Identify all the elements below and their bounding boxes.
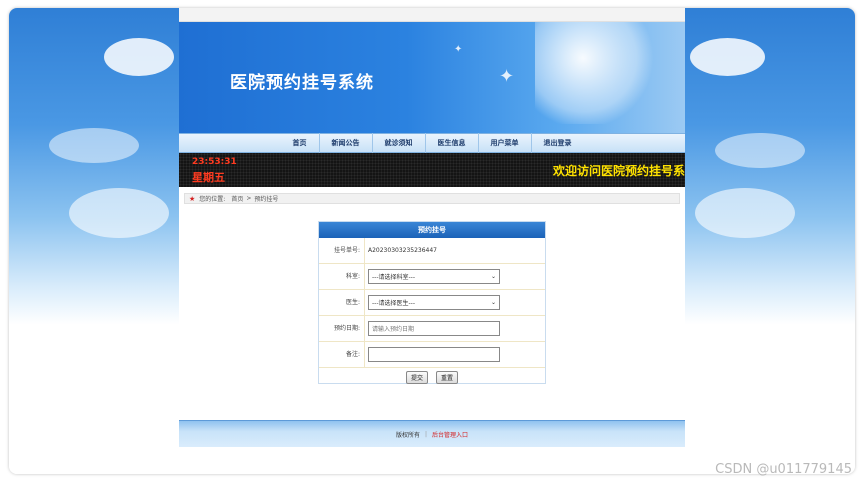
nav-item-logout[interactable]: 退出登录 xyxy=(532,133,584,153)
breadcrumb-separator: > xyxy=(246,195,252,202)
reset-button[interactable]: 重置 xyxy=(436,370,459,384)
doctor-label: 医生: xyxy=(319,290,365,315)
footer-copyright: 版权所有 xyxy=(395,431,420,439)
welcome-marquee: 欢迎访问医院预约挂号系 xyxy=(552,164,685,178)
chevron-down-icon: ⌄ xyxy=(490,299,496,306)
breadcrumb-home-link[interactable]: 首页 xyxy=(231,194,243,203)
doctor-row: 医生: ---请选择医生--- ⌄ xyxy=(319,290,545,316)
doctor-selected: ---请选择医生--- xyxy=(372,300,415,307)
form-title: 预约挂号 xyxy=(319,222,545,238)
nav-item-doctors[interactable]: 医生信息 xyxy=(426,133,479,153)
nav-item-home[interactable]: 首页 xyxy=(281,133,320,153)
breadcrumb: ★ 您的位置: 首页 > 预约挂号 xyxy=(184,193,680,204)
star-icon: ★ xyxy=(189,194,196,203)
csdn-watermark: CSDN @u011779145 xyxy=(715,462,852,477)
site-title: 医院预约挂号系统 xyxy=(230,73,374,93)
nav-item-news[interactable]: 新闻公告 xyxy=(320,133,373,153)
remark-row: 备注: xyxy=(319,342,545,368)
clock-time: 23:53:31 xyxy=(192,157,237,167)
main-page: ✦ ✦ 医院预约挂号系统 首页 新闻公告 就诊须知 医生信息 用户菜单 退出登录… xyxy=(179,8,685,447)
breadcrumb-current: 预约挂号 xyxy=(254,196,279,203)
star-icon: ✦ xyxy=(454,44,463,55)
breadcrumb-prefix: 您的位置: xyxy=(199,196,226,203)
main-nav: 首页 新闻公告 就诊须知 医生信息 用户菜单 退出登录 xyxy=(179,133,685,153)
led-ticker: 23:53:31 星期五 欢迎访问医院预约挂号系 xyxy=(179,153,685,187)
department-row: 科室: ---请选择科室--- ⌄ xyxy=(319,264,545,290)
heart-cloud-decoration xyxy=(535,22,655,124)
date-row: 预约日期: 请输入预约日期 xyxy=(319,316,545,342)
header-banner: ✦ ✦ 医院预约挂号系统 xyxy=(179,22,685,133)
nav-item-user-menu[interactable]: 用户菜单 xyxy=(479,133,532,153)
remark-label: 备注: xyxy=(319,342,365,367)
date-label: 预约日期: xyxy=(319,316,365,341)
clock-weekday: 星期五 xyxy=(192,171,225,184)
submit-button[interactable]: 提交 xyxy=(405,370,428,384)
top-strip xyxy=(179,8,685,22)
doctor-select[interactable]: ---请选择医生--- ⌄ xyxy=(368,295,500,310)
remark-input[interactable] xyxy=(368,347,500,362)
department-selected: ---请选择科室--- xyxy=(372,274,415,281)
department-select[interactable]: ---请选择科室--- ⌄ xyxy=(368,269,500,284)
admin-entry-link[interactable]: 后台管理入口 xyxy=(432,430,468,439)
nav-item-notice[interactable]: 就诊须知 xyxy=(373,133,426,153)
order-no-label: 挂号单号: xyxy=(319,238,365,263)
footer: 版权所有 | 后台管理入口 xyxy=(179,420,685,447)
appointment-form: 预约挂号 挂号单号: A20230303235236447 科室: ---请选择… xyxy=(318,221,546,384)
order-no-value: A20230303235236447 xyxy=(368,247,437,254)
form-actions: 提交 重置 xyxy=(319,368,545,386)
left-sky-decoration xyxy=(9,8,179,258)
star-icon: ✦ xyxy=(499,66,515,87)
date-input[interactable]: 请输入预约日期 xyxy=(368,321,500,336)
chevron-down-icon: ⌄ xyxy=(490,273,496,280)
department-label: 科室: xyxy=(319,264,365,289)
footer-separator: | xyxy=(424,430,428,438)
right-sky-decoration xyxy=(685,8,855,258)
order-no-row: 挂号单号: A20230303235236447 xyxy=(319,238,545,264)
